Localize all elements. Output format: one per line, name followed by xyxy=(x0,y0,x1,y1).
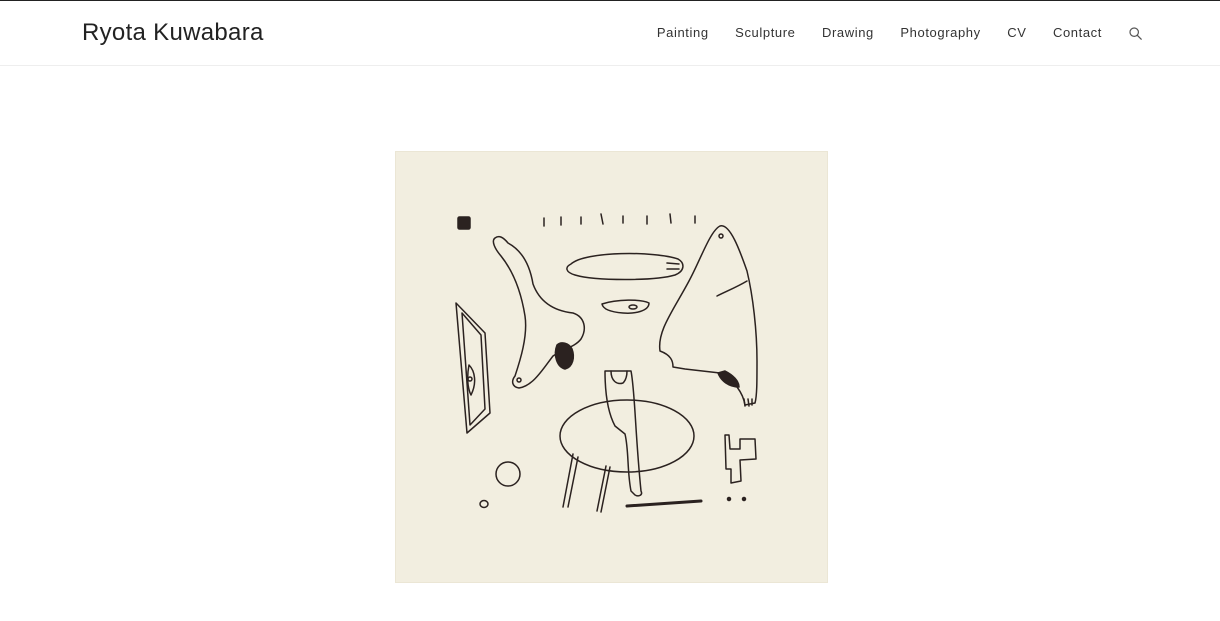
main-navigation: Painting Sculpture Drawing Photography C… xyxy=(657,23,1142,43)
nav-item-sculpture[interactable]: Sculpture xyxy=(735,23,795,43)
search-icon xyxy=(1128,26,1142,40)
drawing-table xyxy=(559,399,695,473)
drawing-slab xyxy=(604,370,643,497)
drawing-small-circle xyxy=(479,499,489,509)
site-header: Ryota Kuwabara Painting Sculpture Drawin… xyxy=(0,1,1220,66)
nav-item-contact[interactable]: Contact xyxy=(1053,23,1102,43)
drawing-tent xyxy=(658,225,758,406)
drawing-circle xyxy=(495,461,521,487)
artwork-image[interactable] xyxy=(395,151,828,583)
drawing-long-oval xyxy=(566,252,684,281)
drawing-bold-line xyxy=(625,499,703,508)
nav-item-drawing[interactable]: Drawing xyxy=(822,23,874,43)
drawing-ticks xyxy=(543,213,696,227)
drawing-square xyxy=(457,216,471,230)
site-title[interactable]: Ryota Kuwabara xyxy=(82,18,264,48)
search-button[interactable] xyxy=(1128,26,1142,40)
drawing-stack xyxy=(724,434,757,484)
nav-item-cv[interactable]: CV xyxy=(1007,23,1026,43)
artwork-drawing xyxy=(455,213,758,513)
drawing-eye xyxy=(601,299,650,314)
nav-item-photography[interactable]: Photography xyxy=(900,23,980,43)
drawing-frame xyxy=(455,302,491,434)
nav-item-painting[interactable]: Painting xyxy=(657,23,709,43)
